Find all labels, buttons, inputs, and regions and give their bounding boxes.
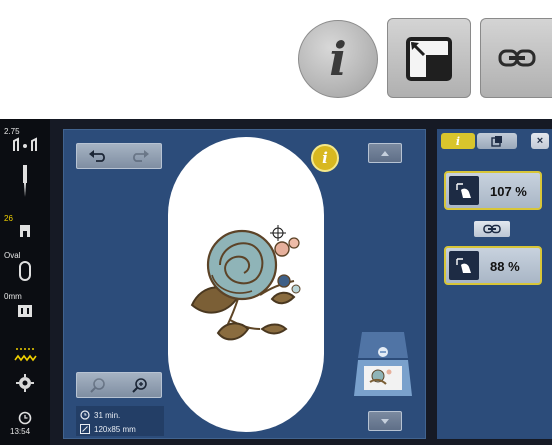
needle-size: 2.75	[4, 127, 20, 136]
clock-time: 13:54	[10, 427, 31, 436]
stitch-info-panel: 31 min. 120x85 mm	[76, 406, 164, 436]
info-button[interactable]: i	[298, 20, 378, 98]
info-badge-label: i	[322, 149, 328, 167]
tab-info[interactable]: i	[441, 133, 475, 149]
hoop-name: Oval	[4, 251, 21, 260]
hoop-icon[interactable]	[8, 261, 42, 281]
height-percent: 88 %	[490, 259, 520, 274]
edit-design-icon	[491, 136, 502, 147]
needle-icon[interactable]	[8, 163, 42, 199]
hand-resize-icon	[449, 176, 479, 205]
clock-icon	[18, 411, 32, 425]
size-icon	[80, 424, 90, 434]
zoom-in-icon	[132, 378, 147, 393]
arrow-down-icon	[381, 418, 389, 424]
scroll-up-button[interactable]	[368, 143, 402, 163]
clock-icon	[80, 410, 90, 420]
design-size-row: 120x85 mm	[80, 424, 136, 434]
stitch-time-row: 31 min.	[80, 410, 120, 420]
undo-button[interactable]	[77, 144, 119, 168]
presser-foot-icon[interactable]	[8, 223, 42, 239]
presser-foot-number: 26	[4, 214, 13, 223]
zoom-in-button[interactable]	[119, 373, 161, 397]
zoom-bar	[76, 372, 162, 398]
stitch-time: 31 min.	[94, 410, 121, 420]
chain-link-icon	[498, 49, 535, 67]
width-percent: 107 %	[490, 184, 527, 199]
undo-redo-bar	[76, 143, 162, 169]
width-resize-control[interactable]: 107 %	[444, 171, 542, 210]
machine-screen: 2.75 26 Oval 0mm 13:54 i 31 min. 120x85 …	[0, 119, 552, 445]
close-button[interactable]: ×	[531, 133, 549, 149]
arrow-up-icon	[381, 150, 389, 156]
tab-info-label: i	[455, 134, 461, 148]
stitch-plate-icon	[13, 137, 37, 151]
embroidery-design[interactable]	[182, 225, 322, 355]
offset-value: 0mm	[4, 292, 22, 301]
chain-link-icon	[483, 224, 501, 234]
hoop-preview-icon	[354, 332, 412, 396]
side-panel: i × 107 % 88 %	[437, 129, 552, 439]
redo-icon	[133, 150, 149, 162]
resize-button[interactable]	[387, 18, 471, 98]
resize-icon	[406, 37, 452, 81]
embroidery-stage: i 31 min. 120x85 mm	[63, 129, 426, 439]
hand-resize-icon	[449, 251, 479, 280]
scroll-down-button[interactable]	[368, 411, 402, 431]
tab-edit[interactable]	[477, 133, 517, 149]
close-icon: ×	[536, 135, 544, 147]
thread-tension-icon[interactable]	[8, 373, 42, 393]
link-proportions-button[interactable]	[480, 18, 552, 98]
zoom-out-button[interactable]	[77, 373, 119, 397]
height-resize-control[interactable]: 88 %	[444, 246, 542, 285]
stitch-pattern-icon[interactable]	[8, 345, 42, 365]
redo-button[interactable]	[119, 144, 161, 168]
feed-dog-icon[interactable]	[8, 303, 42, 319]
design-size: 120x85 mm	[94, 424, 136, 434]
link-toggle-button[interactable]	[474, 221, 510, 237]
status-bar: 2.75 26 Oval 0mm 13:54	[0, 119, 50, 445]
info-icon: i	[329, 32, 347, 86]
info-badge[interactable]: i	[311, 144, 339, 172]
hoop-preview[interactable]	[352, 318, 414, 398]
zoom-out-icon	[90, 378, 105, 393]
undo-icon	[89, 150, 105, 162]
